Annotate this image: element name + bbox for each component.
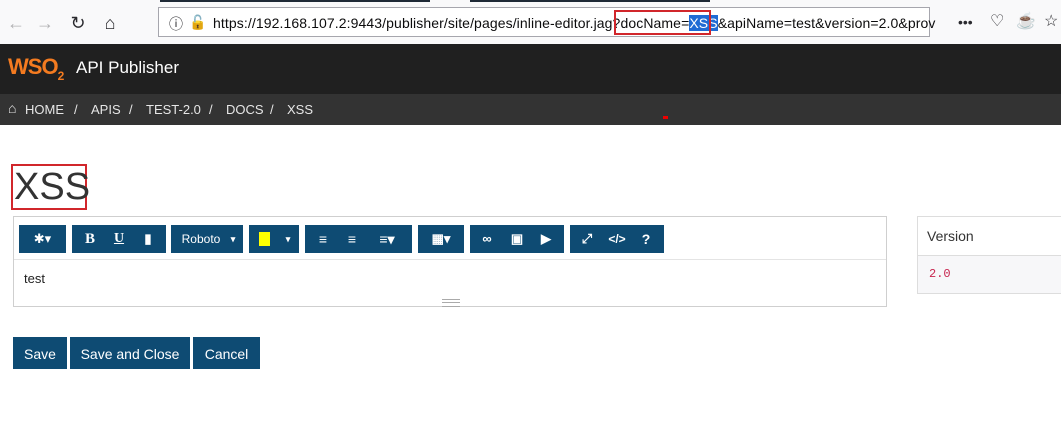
breadcrumb-separator: / [129, 102, 133, 117]
editor-divider [14, 259, 886, 260]
back-icon[interactable]: ← [5, 12, 27, 34]
toolbar-group-font: Roboto ▾ [171, 225, 243, 253]
rich-text-editor: ✱▾ B U ▮ Roboto ▾ ▾ ≡ ≡ ≡▾ ▦▾ ∞ ▣ ▶ ⤢ </… [13, 216, 887, 307]
save-and-close-button[interactable]: Save and Close [70, 337, 190, 369]
toolbar-group-color: ▾ [249, 225, 299, 253]
breadcrumb-home[interactable]: HOME [25, 102, 64, 117]
chevron-down-icon[interactable]: ▾ [227, 225, 239, 253]
bold-button[interactable]: B [76, 225, 104, 253]
breadcrumb-separator: / [270, 102, 274, 117]
toolbar-group-insert: ∞ ▣ ▶ [470, 225, 564, 253]
version-panel: Version 2.0 [917, 216, 1061, 294]
toolbar-group-style: ✱▾ [19, 225, 66, 253]
version-header: Version [918, 217, 1061, 256]
cancel-button[interactable]: Cancel [193, 337, 260, 369]
resize-handle[interactable] [442, 299, 460, 307]
forward-icon[interactable]: → [34, 12, 56, 34]
toolbar-group-misc: ⤢ </> ? [570, 225, 664, 253]
lock-warning-icon[interactable]: 🔓 [189, 14, 206, 31]
browser-toolbar: ← → ↻ ⌂ ⓘ 🔓 https://192.168.107.2:9443/p… [0, 0, 1061, 45]
fullscreen-icon[interactable]: ⤢ [573, 225, 601, 253]
home-icon[interactable]: ⌂ [8, 100, 16, 116]
table-icon[interactable]: ▦▾ [418, 225, 464, 253]
editor-content[interactable]: test [24, 271, 45, 286]
breadcrumb-api[interactable]: TEST-2.0 [146, 102, 201, 117]
annotation-mark [663, 116, 668, 119]
breadcrumb-apis[interactable]: APIS [91, 102, 121, 117]
breadcrumb-separator: / [74, 102, 78, 117]
version-value: 2.0 [929, 267, 951, 281]
star-icon[interactable]: ☆ [1044, 12, 1058, 32]
align-dropdown-icon[interactable]: ≡▾ [367, 225, 407, 253]
breadcrumb-current: XSS [287, 102, 314, 117]
page-title: XSS [11, 164, 90, 210]
underline-button[interactable]: U [105, 225, 133, 253]
toolbar-group-para: ≡ ≡ ≡▾ [305, 225, 412, 253]
app-title[interactable]: API Publisher [76, 58, 179, 78]
pocket-icon[interactable]: ♡ [990, 12, 1004, 32]
chevron-down-icon[interactable]: ▾ [281, 225, 295, 253]
home-icon[interactable]: ⌂ [99, 12, 121, 34]
breadcrumb-separator: / [209, 102, 213, 117]
url-bar[interactable]: ⓘ 🔓 https://192.168.107.2:9443/publisher… [158, 7, 935, 37]
highlight-color-icon[interactable] [259, 232, 270, 246]
save-button[interactable]: Save [13, 337, 67, 369]
wso2-logo[interactable]: WSO2 [8, 54, 64, 83]
url-text[interactable]: https://192.168.107.2:9443/publisher/sit… [213, 15, 935, 31]
magic-wand-icon[interactable]: ✱▾ [19, 225, 66, 253]
toolbar-group-table: ▦▾ [418, 225, 464, 253]
code-view-icon[interactable]: </> [603, 225, 631, 253]
version-body: 2.0 [918, 256, 1061, 293]
help-button[interactable]: ? [632, 225, 660, 253]
video-icon[interactable]: ▶ [532, 225, 560, 253]
toolbar-group-format: B U ▮ [72, 225, 166, 253]
breadcrumb: ⌂ HOME / APIS / TEST-2.0 / DOCS / XSS [0, 94, 1061, 125]
numbered-list-icon[interactable]: ≡ [338, 225, 366, 253]
reload-icon[interactable]: ↻ [67, 12, 89, 34]
breadcrumb-docs[interactable]: DOCS [226, 102, 264, 117]
java-icon[interactable]: ☕ [1016, 12, 1036, 32]
url-highlight-box [614, 10, 711, 35]
eraser-icon[interactable]: ▮ [134, 225, 162, 253]
image-icon[interactable]: ▣ [503, 225, 531, 253]
tab-indicator [160, 0, 430, 2]
tab-indicator [470, 0, 710, 2]
bullet-list-icon[interactable]: ≡ [309, 225, 337, 253]
info-icon[interactable]: ⓘ [169, 14, 183, 34]
page-actions-icon[interactable]: ••• [958, 12, 973, 32]
font-family-dropdown[interactable]: Roboto [171, 225, 231, 253]
version-label: Version [927, 228, 974, 244]
app-header: WSO2 API Publisher [0, 44, 1061, 94]
link-icon[interactable]: ∞ [473, 225, 501, 253]
